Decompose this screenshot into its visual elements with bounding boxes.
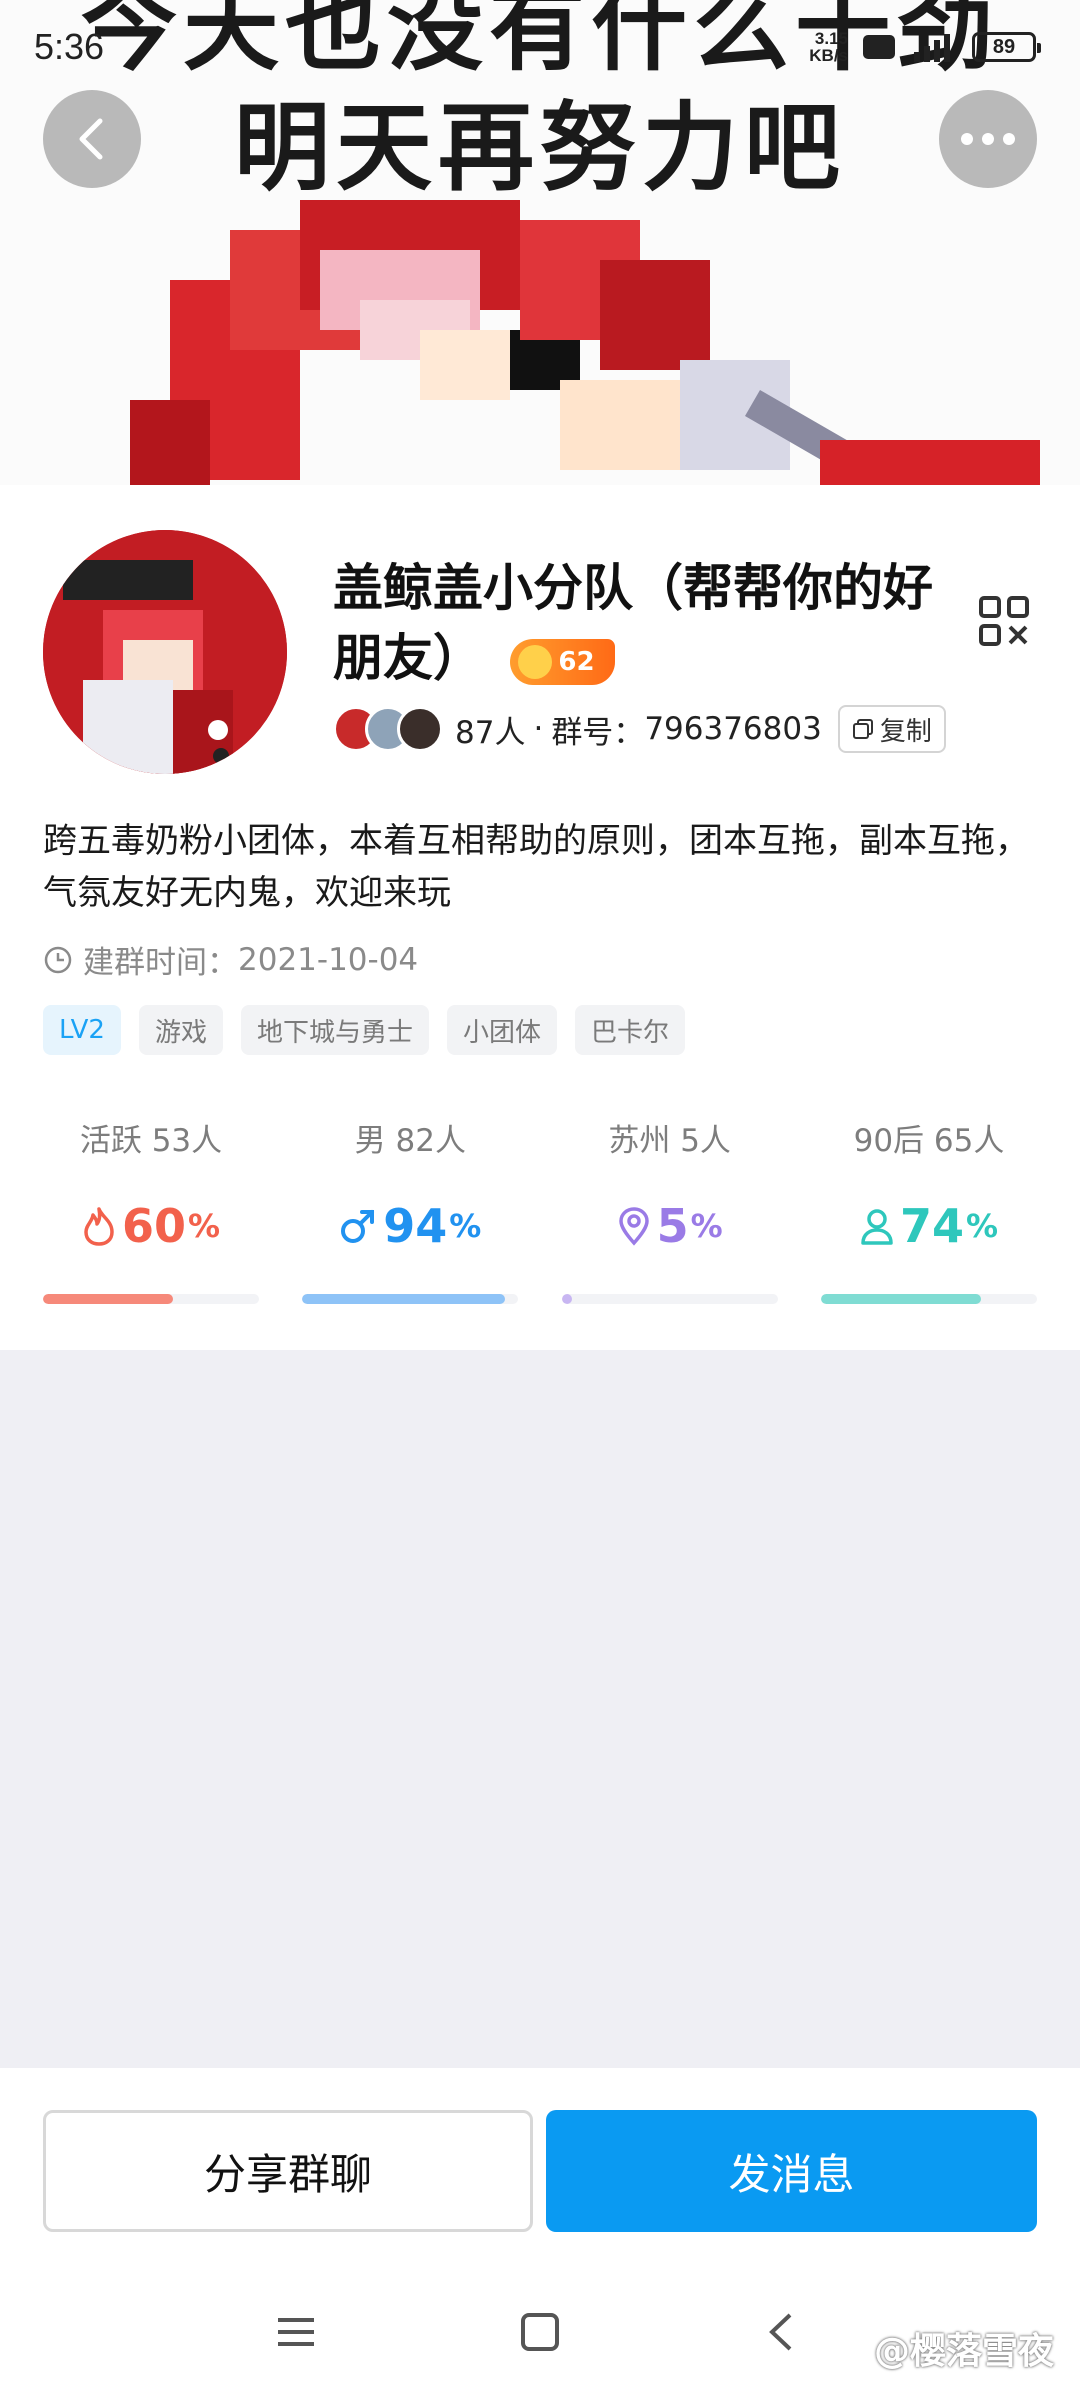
group-name: 盖鲸盖小分队（帮帮你的好朋友） xyxy=(333,559,933,687)
clock-icon xyxy=(44,946,72,973)
stat-bar xyxy=(820,1294,1037,1304)
tag-level[interactable]: LV2 xyxy=(43,1005,121,1055)
back-triangle-icon[interactable] xyxy=(762,2312,802,2352)
stat-bar-fill xyxy=(561,1294,573,1304)
copy-icon xyxy=(852,719,873,739)
menu-icon[interactable] xyxy=(276,2312,316,2352)
group-avatar[interactable] xyxy=(43,530,287,774)
fire-level-badge: 62 xyxy=(510,638,615,685)
stat-age[interactable]: 90后 65人 74% xyxy=(820,1115,1037,1304)
copy-button[interactable]: 复制 xyxy=(837,705,946,753)
tag-list: LV2 游戏 地下城与勇士 小团体 巴卡尔 xyxy=(43,1005,686,1055)
stat-bar-fill xyxy=(302,1294,506,1304)
more-button[interactable] xyxy=(939,90,1037,188)
stat-label: 活跃 53人 xyxy=(79,1123,223,1159)
group-number: 796376803 xyxy=(644,711,822,747)
tag-item[interactable]: 小团体 xyxy=(447,1005,558,1055)
battery-icon: 89 xyxy=(972,32,1041,62)
tag-item[interactable]: 游戏 xyxy=(138,1005,223,1055)
hd-icon xyxy=(863,35,895,59)
stat-bar xyxy=(302,1294,519,1304)
member-row: 87人 · 群号： 796376803 复制 xyxy=(333,703,946,755)
tag-item[interactable]: 地下城与勇士 xyxy=(240,1005,429,1055)
stat-bar-fill xyxy=(43,1294,173,1304)
more-dots-icon xyxy=(961,133,1015,145)
male-icon xyxy=(341,1210,375,1243)
status-bar: 5:36 3.15 KB/s 89 xyxy=(0,0,1080,96)
stat-value: 94% xyxy=(339,1198,481,1254)
fire-face-icon xyxy=(518,644,553,679)
signal-icon xyxy=(914,34,950,62)
watermark-text: @樱落雪夜 xyxy=(873,2331,1054,2372)
created-time: 建群时间： 2021-10-04 xyxy=(43,937,418,982)
status-time: 5:36 xyxy=(34,26,105,67)
stat-label: 苏州 5人 xyxy=(608,1123,731,1159)
meta-separator: · xyxy=(533,711,544,747)
group-avatar-image xyxy=(43,530,287,774)
stat-location[interactable]: 苏州 5人 5% xyxy=(561,1115,778,1304)
network-speed: 3.15 KB/s xyxy=(809,29,848,65)
flame-icon xyxy=(84,1207,114,1246)
chevron-left-icon xyxy=(79,118,103,160)
location-icon xyxy=(618,1207,649,1246)
person-icon xyxy=(861,1209,893,1245)
group-description: 跨五毒奶粉小团体，本着互相帮助的原则，团本互拖，副本互拖，气氛友好无内鬼，欢迎来… xyxy=(43,821,1029,913)
stat-value: 74% xyxy=(860,1198,998,1254)
stat-value: 5% xyxy=(617,1198,723,1254)
share-group-button[interactable]: 分享群聊 xyxy=(43,2110,533,2232)
stat-value: 60% xyxy=(82,1198,220,1254)
group-number-label: 群号： xyxy=(551,714,645,751)
send-message-button[interactable]: 发消息 xyxy=(546,2110,1037,2232)
member-avatars[interactable] xyxy=(333,706,443,752)
stat-bar xyxy=(561,1294,778,1304)
member-count: 87人 xyxy=(455,714,526,751)
group-title: 盖鲸盖小分队（帮帮你的好朋友） 62 xyxy=(333,553,953,693)
stat-gender[interactable]: 男 82人 94% xyxy=(302,1115,519,1304)
member-avatar xyxy=(397,706,443,752)
group-info-card: 盖鲸盖小分队（帮帮你的好朋友） 62 87人 · 群号： 796376803 复… xyxy=(0,485,1080,1350)
tag-item[interactable]: 巴卡尔 xyxy=(575,1005,686,1055)
stat-active[interactable]: 活跃 53人 60% xyxy=(43,1115,259,1304)
stat-bar-fill xyxy=(820,1294,981,1304)
stat-label: 90后 65人 xyxy=(853,1123,1005,1159)
stat-bar xyxy=(43,1294,259,1304)
qr-code-icon[interactable] xyxy=(978,595,1030,647)
stat-label: 男 82人 xyxy=(354,1123,466,1159)
home-square-icon[interactable] xyxy=(520,2312,560,2352)
back-button[interactable] xyxy=(43,90,141,188)
member-stats: 活跃 53人 60% 男 82人 94% 苏州 5人 5% 90后 65人 74… xyxy=(43,1115,1037,1304)
